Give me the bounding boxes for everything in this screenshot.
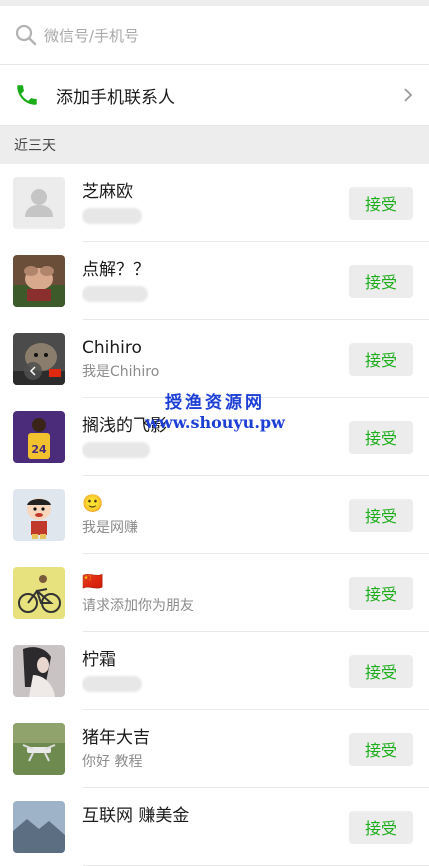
list-item[interactable]: 互联网 赚美金 接受 (0, 788, 429, 866)
blurred-text (82, 285, 148, 302)
search-input[interactable]: 微信号/手机号 (44, 25, 139, 46)
blurred-text (82, 207, 142, 224)
chevron-right-icon (404, 88, 413, 102)
accept-button[interactable]: 接受 (349, 498, 413, 532)
contact-message (82, 206, 349, 226)
accept-button[interactable]: 接受 (349, 732, 413, 766)
contact-name: 猪年大吉 (82, 727, 150, 748)
drone-avatar (13, 723, 65, 775)
contact-message (82, 284, 349, 304)
search-icon (15, 24, 37, 46)
contact-name: 柠霜 (82, 649, 116, 670)
section-title: 近三天 (14, 138, 56, 154)
contact-name: 🙂 (82, 493, 104, 514)
section-header: 近三天 (0, 126, 429, 164)
list-item[interactable]: 芝麻欧 接受 (0, 164, 429, 242)
add-phone-contact-row[interactable]: 添加手机联系人 (0, 65, 429, 126)
landscape-avatar (13, 801, 65, 853)
contact-name: 芝麻欧 (82, 181, 133, 202)
svg-text:24: 24 (31, 443, 47, 456)
blurred-text (82, 441, 150, 458)
contact-name: 互联网 赚美金 (82, 805, 190, 826)
list-item[interactable]: 🇨🇳 请求添加你为朋友 接受 (0, 554, 429, 632)
accept-button[interactable]: 接受 (349, 576, 413, 610)
default-avatar (13, 177, 65, 229)
phone-icon (17, 85, 37, 105)
list-item[interactable]: 猪年大吉 你好 教程 接受 (0, 710, 429, 788)
accept-button[interactable]: 接受 (349, 420, 413, 454)
accept-button[interactable]: 接受 (349, 654, 413, 688)
contact-message (82, 440, 349, 460)
accept-button[interactable]: 接受 (349, 186, 413, 220)
blurred-text (82, 675, 142, 692)
basketball-avatar: 24 (13, 411, 65, 463)
accept-button[interactable]: 接受 (349, 342, 413, 376)
list-item[interactable]: 24 搁浅的飞影 接受 (0, 398, 429, 476)
search-bar[interactable]: 微信号/手机号 (0, 6, 429, 65)
accept-button[interactable]: 接受 (349, 810, 413, 844)
contact-name: 🇨🇳 (82, 571, 104, 592)
list-item[interactable]: 🙂 我是网赚 接受 (0, 476, 429, 554)
contact-name: 点解？？ (82, 259, 150, 280)
contact-message (82, 674, 349, 694)
contact-name: 搁浅的飞影 (82, 415, 167, 436)
list-item[interactable]: 点解？？ 接受 (0, 242, 429, 320)
friend-request-list: 芝麻欧 接受 点解？？ 接受 Chihiro 我是Chihiro 接受 24 搁… (0, 164, 429, 866)
list-item[interactable]: 柠霜 接受 (0, 632, 429, 710)
dog-avatar (13, 333, 65, 385)
girl-avatar (13, 645, 65, 697)
doll-avatar (13, 255, 65, 307)
contact-message: 你好 教程 (82, 753, 143, 770)
contact-message: 我是网赚 (82, 519, 138, 536)
add-phone-contact-label: 添加手机联系人 (56, 87, 175, 108)
bicycle-avatar (13, 567, 65, 619)
contact-message: 请求添加你为朋友 (82, 597, 194, 614)
accept-button[interactable]: 接受 (349, 264, 413, 298)
contact-name: Chihiro (82, 337, 142, 358)
contact-message (82, 830, 349, 850)
cartoon-avatar (13, 489, 65, 541)
contact-message: 我是Chihiro (82, 363, 160, 380)
list-item[interactable]: Chihiro 我是Chihiro 接受 (0, 320, 429, 398)
